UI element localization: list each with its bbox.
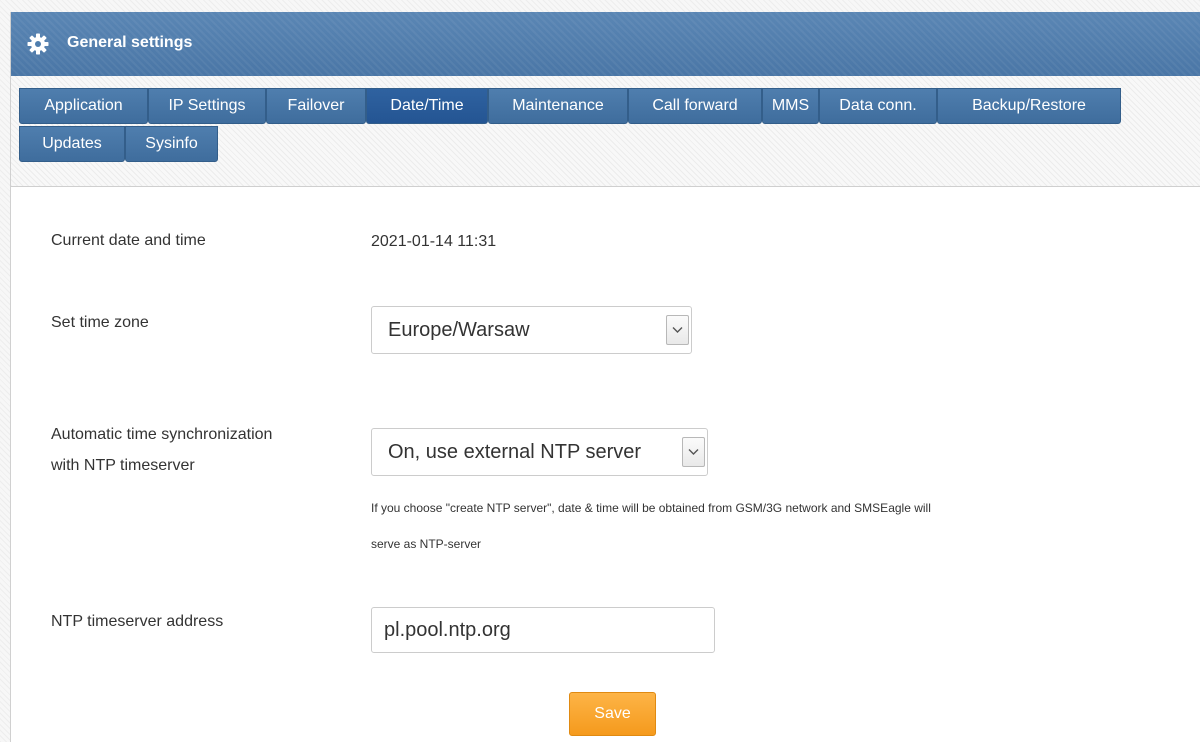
current-datetime-value: 2021-01-14 11:31	[371, 233, 497, 250]
ntp-sync-select[interactable]: On, use external NTP server	[371, 428, 708, 476]
gear-icon	[27, 33, 49, 55]
tab-maintenance[interactable]: Maintenance	[488, 88, 628, 124]
ntp-sync-label-line1: Automatic time synchronization	[51, 426, 273, 443]
tab-data-conn[interactable]: Data conn.	[819, 88, 937, 124]
tab-date-time[interactable]: Date/Time	[366, 88, 488, 124]
ntp-address-label: NTP timeserver address	[51, 613, 224, 630]
tab-bar: Application IP Settings Failover Date/Ti…	[11, 76, 1200, 187]
tab-application[interactable]: Application	[19, 88, 148, 124]
timezone-label: Set time zone	[51, 314, 149, 331]
settings-panel: General settings Application IP Settings…	[10, 12, 1200, 742]
tab-mms[interactable]: MMS	[762, 88, 819, 124]
timezone-selected-value: Europe/Warsaw	[388, 319, 530, 341]
tab-failover[interactable]: Failover	[266, 88, 366, 124]
ntp-help-text-line1: If you choose "create NTP server", date …	[371, 501, 931, 515]
ntp-help-text-line2: serve as NTP-server	[371, 537, 482, 551]
tab-call-forward[interactable]: Call forward	[628, 88, 762, 124]
tab-backup-restore[interactable]: Backup/Restore	[937, 88, 1121, 124]
ntp-address-input[interactable]: pl.pool.ntp.org	[371, 607, 715, 653]
page-title: General settings	[67, 34, 193, 51]
current-datetime-label: Current date and time	[51, 232, 206, 249]
tab-ip-settings[interactable]: IP Settings	[148, 88, 266, 124]
chevron-down-icon[interactable]	[666, 315, 689, 345]
timezone-select[interactable]: Europe/Warsaw	[371, 306, 692, 354]
tab-updates[interactable]: Updates	[19, 126, 125, 162]
tab-sysinfo[interactable]: Sysinfo	[125, 126, 218, 162]
ntp-sync-selected-value: On, use external NTP server	[388, 441, 642, 463]
date-time-form: Current date and time 2021-01-14 11:31 S…	[11, 187, 1200, 742]
save-button[interactable]: Save	[569, 692, 656, 736]
chevron-down-icon[interactable]	[682, 437, 705, 467]
panel-header: General settings	[11, 12, 1200, 77]
ntp-sync-label-line2: with NTP timeserver	[51, 457, 195, 474]
